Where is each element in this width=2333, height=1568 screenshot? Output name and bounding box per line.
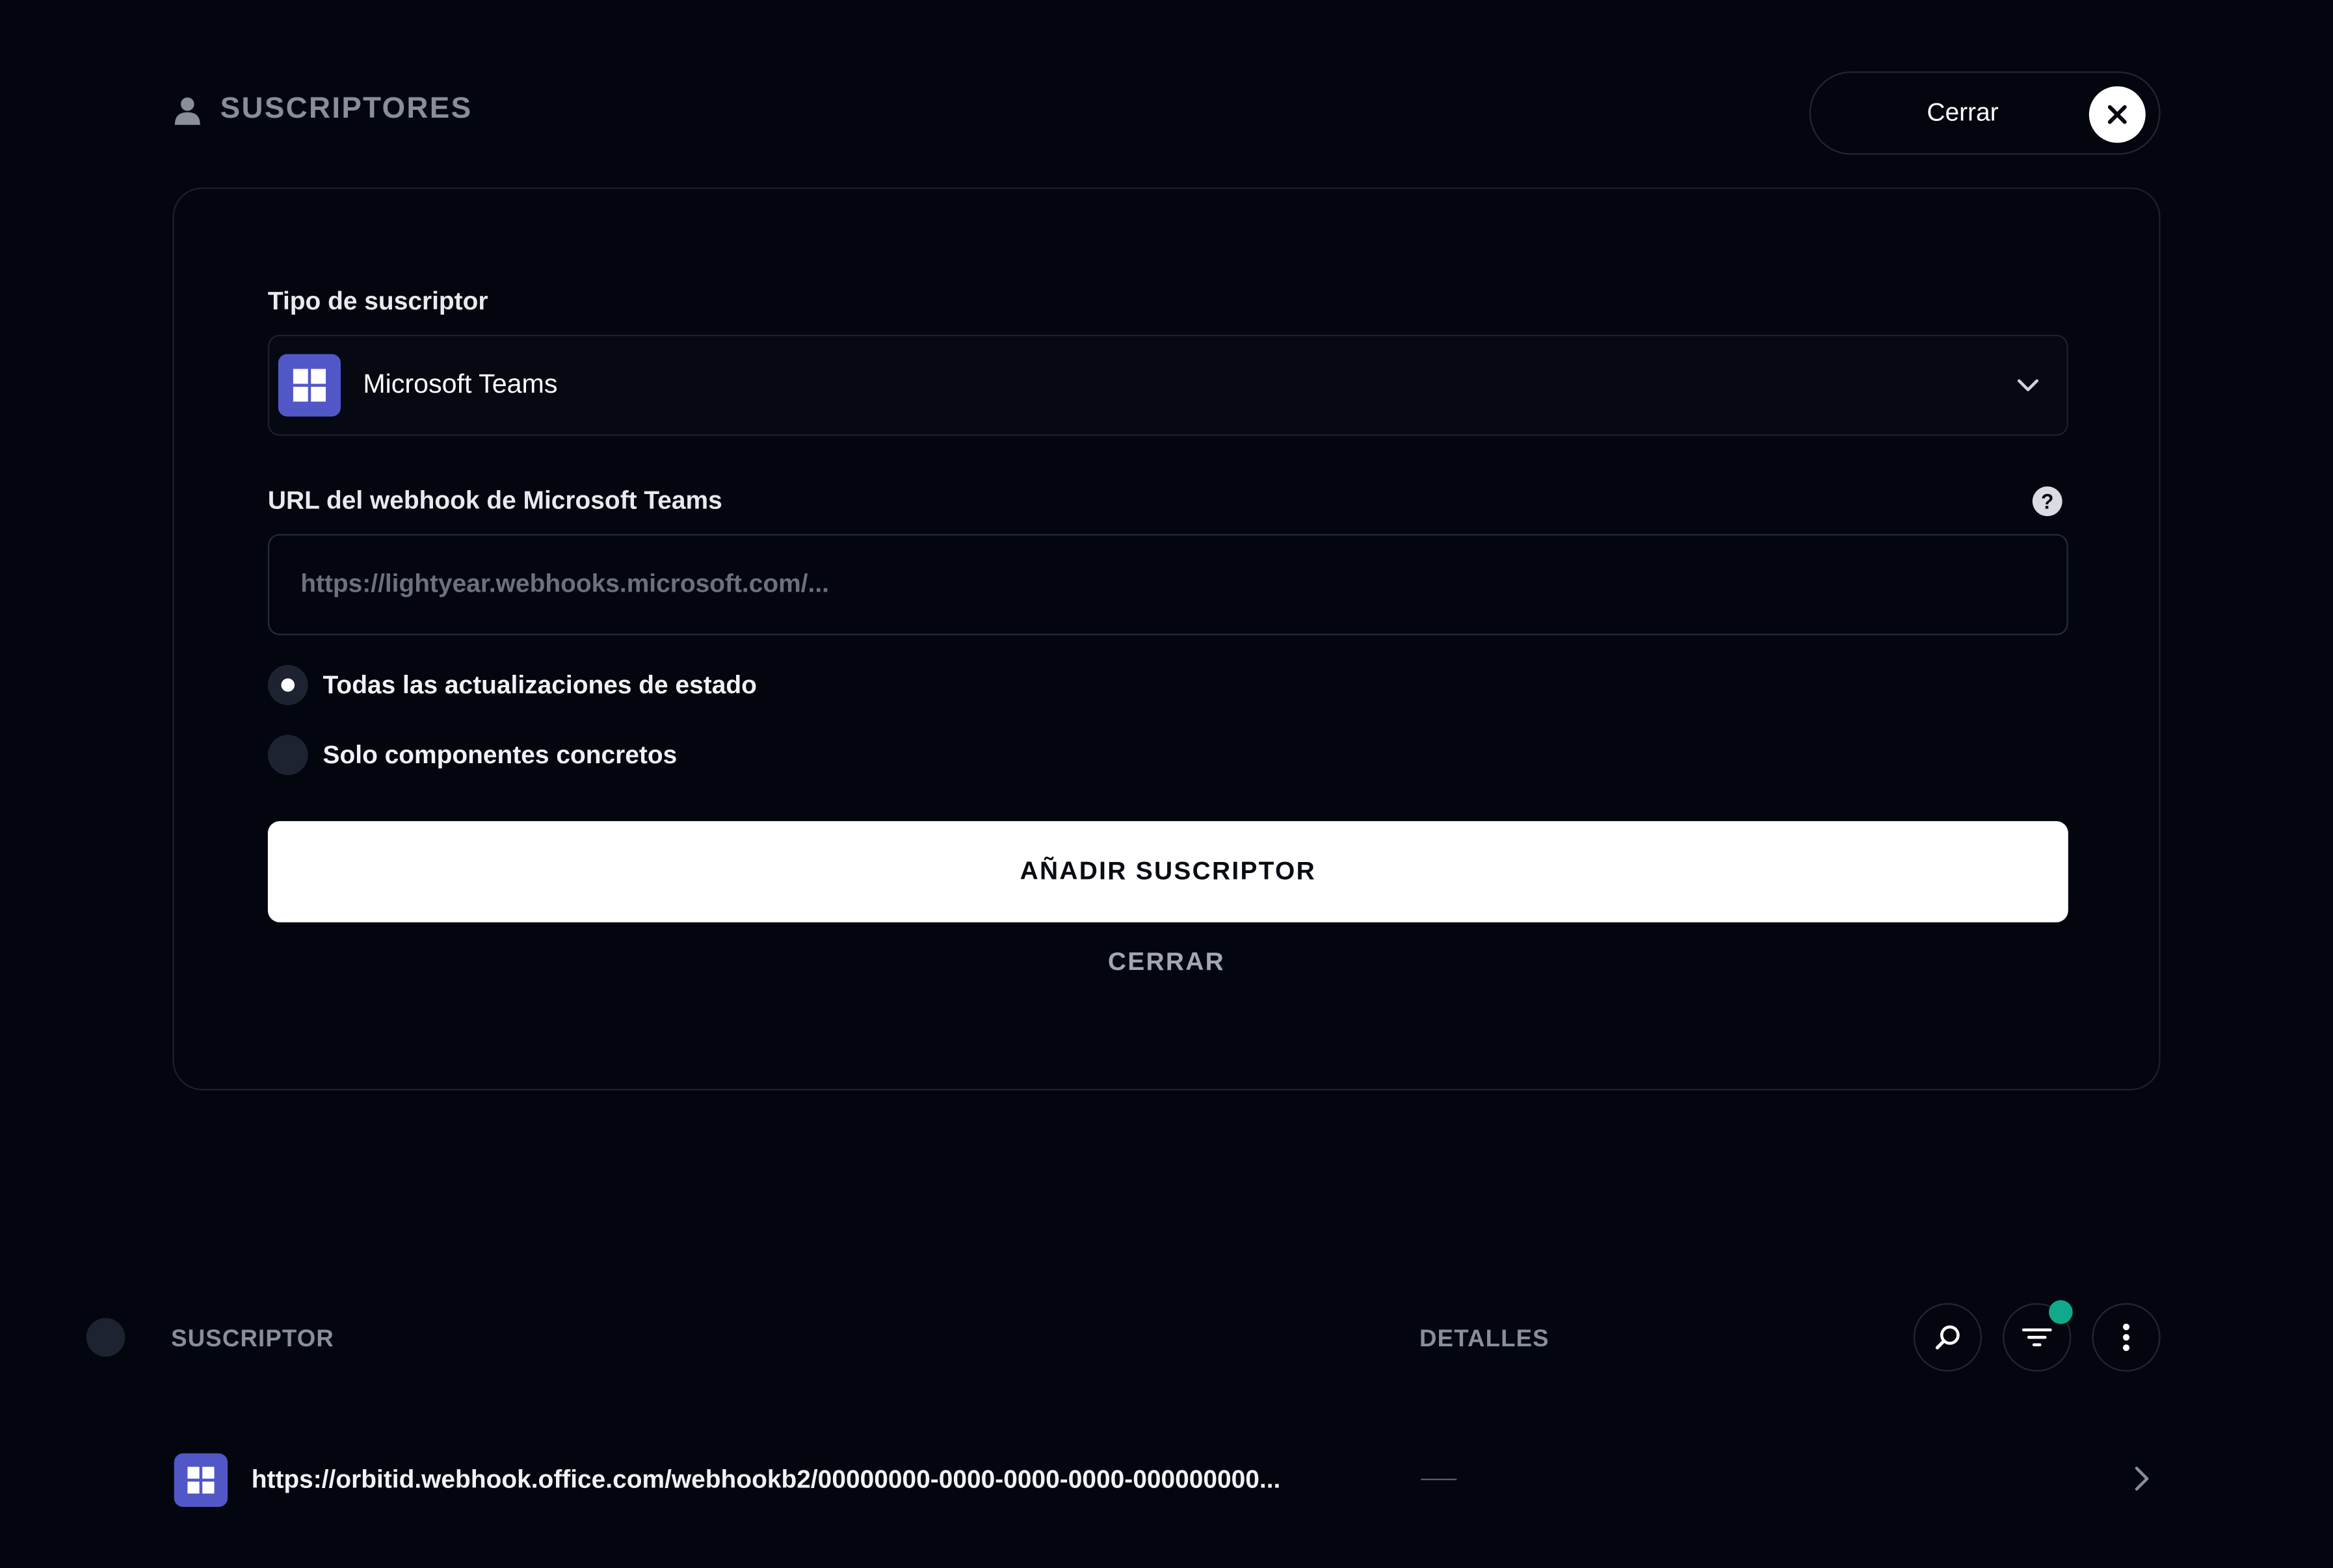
close-icon[interactable] (2089, 86, 2146, 143)
webhook-url-input[interactable] (267, 534, 2068, 636)
more-options-button[interactable] (2092, 1303, 2161, 1372)
subscriber-type-value: Microsoft Teams (363, 369, 558, 399)
radio-label: Todas las actualizaciones de estado (323, 670, 757, 699)
webhook-url-label: URL del webhook de Microsoft Teams (267, 486, 722, 515)
more-vertical-icon (2122, 1324, 2130, 1352)
section-title-text: SUSCRIPTORES (220, 92, 473, 125)
help-icon[interactable]: ? (2032, 486, 2063, 517)
close-panel-button[interactable]: Cerrar (1809, 71, 2161, 155)
microsoft-teams-icon (174, 1453, 228, 1508)
radio-label: Solo componentes concretos (323, 740, 678, 768)
cancel-link-label[interactable]: CERRAR (1108, 948, 1225, 976)
cancel-link[interactable]: CERRAR (174, 948, 2159, 978)
close-panel-label: Cerrar (1927, 98, 1999, 127)
filter-active-indicator (2048, 1300, 2073, 1324)
radio-button-selected[interactable] (267, 664, 308, 705)
subscriber-url: https://orbitid.webhook.office.com/webho… (251, 1465, 1281, 1494)
table-row[interactable]: https://orbitid.webhook.office.com/webho… (0, 1435, 2333, 1524)
chevron-down-icon (2016, 375, 2040, 402)
radio-button-unselected[interactable] (267, 735, 308, 776)
subscribers-page: SUSCRIPTORES Cerrar Tipo de suscriptor M… (0, 0, 2333, 1568)
microsoft-teams-icon (278, 354, 341, 417)
table-header: SUSCRIPTOR DETALLES (0, 1294, 2333, 1383)
user-icon (174, 96, 200, 125)
search-button[interactable] (1913, 1303, 1983, 1372)
chevron-right-icon[interactable] (2132, 1465, 2150, 1500)
search-icon (1935, 1325, 1960, 1350)
details-empty-dash (1421, 1478, 1457, 1480)
column-header-subscriber[interactable]: SUSCRIPTOR (171, 1327, 334, 1353)
column-header-details[interactable]: DETALLES (1419, 1327, 1549, 1353)
filter-icon (2022, 1328, 2052, 1346)
select-all-checkbox[interactable] (86, 1318, 125, 1357)
subscriber-type-label: Tipo de suscriptor (267, 287, 488, 316)
subscriber-type-select[interactable]: Microsoft Teams (267, 334, 2068, 436)
add-subscriber-card: Tipo de suscriptor Microsoft Teams URL d… (172, 187, 2161, 1091)
section-title: SUSCRIPTORES (172, 92, 472, 127)
radio-all-status-updates[interactable]: Todas las actualizaciones de estado (267, 664, 757, 705)
radio-specific-components[interactable]: Solo componentes concretos (267, 735, 678, 776)
add-subscriber-button[interactable]: AÑADIR SUSCRIPTOR (267, 821, 2068, 922)
